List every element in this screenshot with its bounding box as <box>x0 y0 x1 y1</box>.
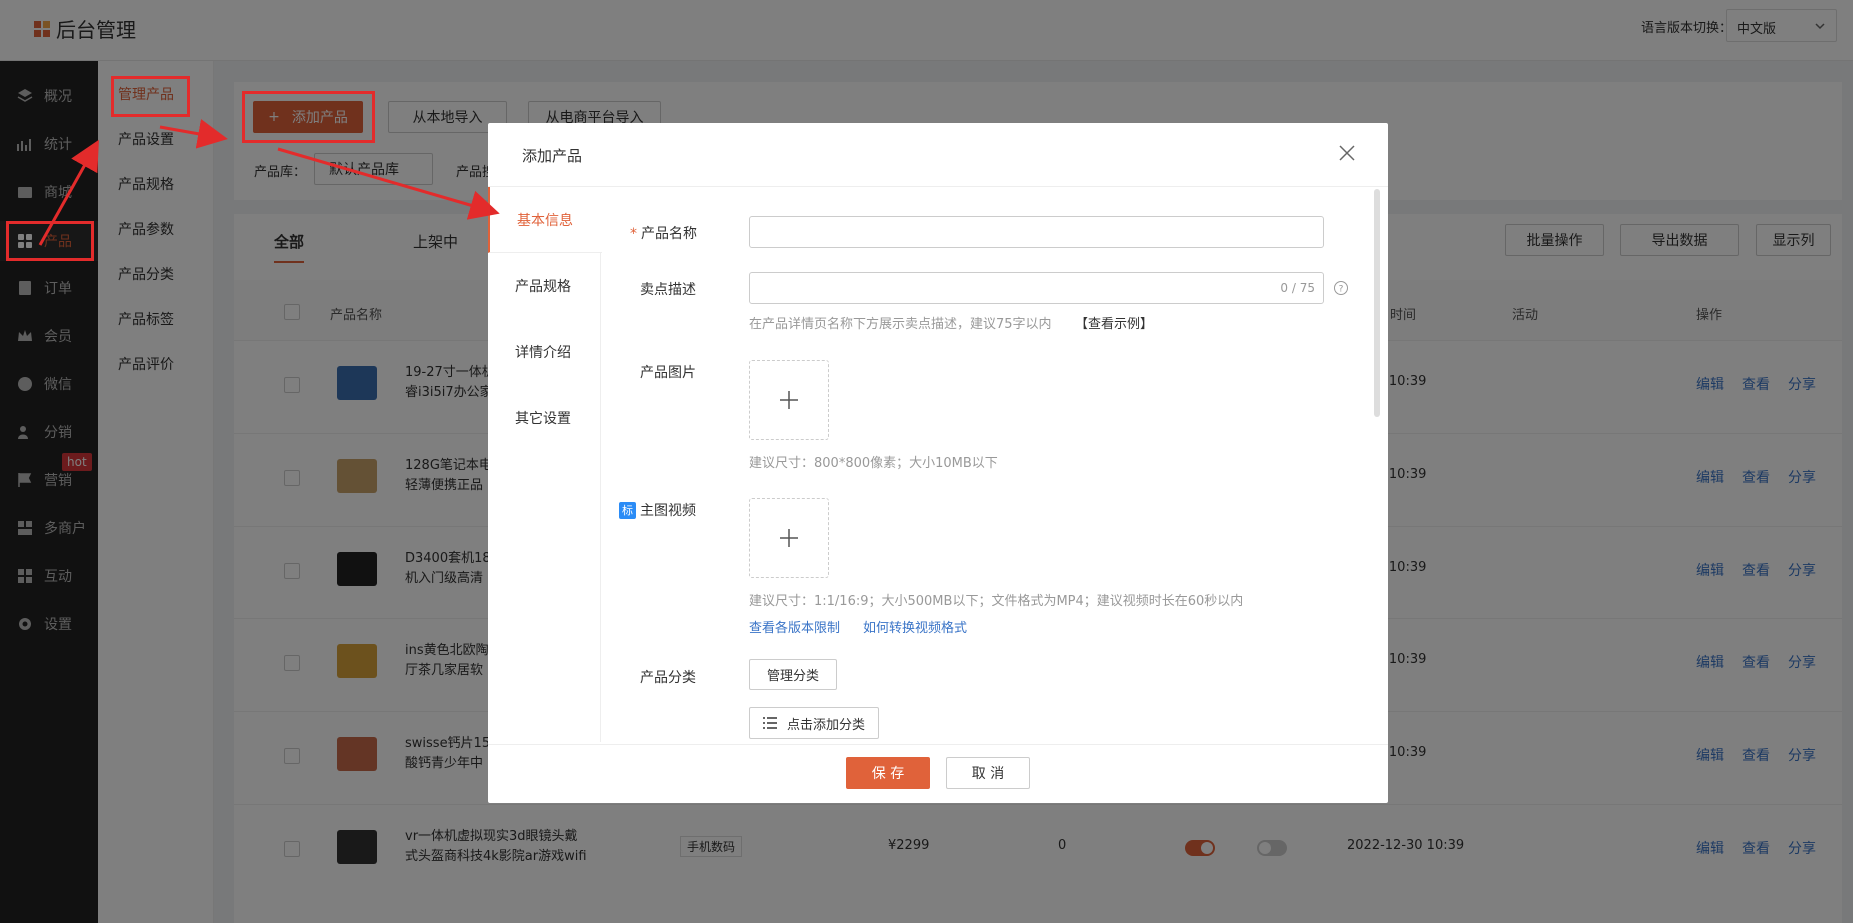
annotation-arrows <box>38 119 500 246</box>
